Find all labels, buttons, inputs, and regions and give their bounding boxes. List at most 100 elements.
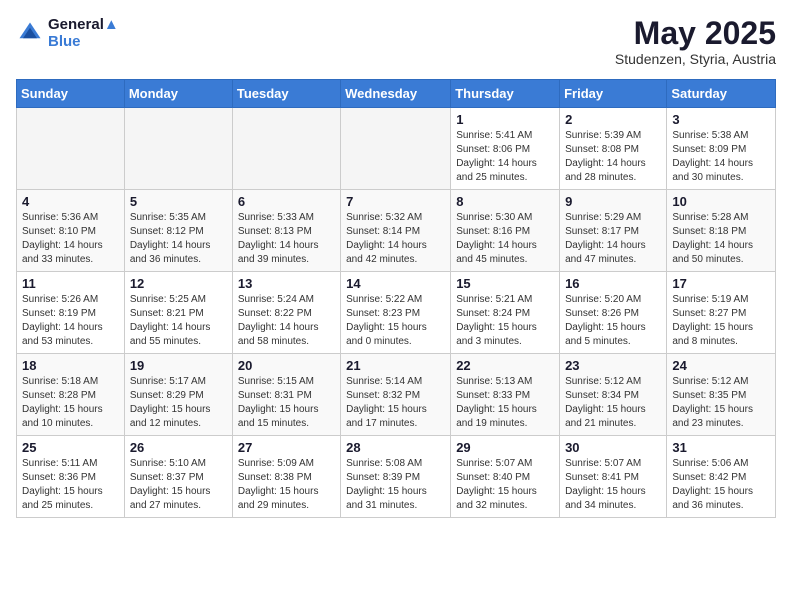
calendar-cell: 4 Sunrise: 5:36 AM Sunset: 8:10 PM Daylig…: [17, 190, 125, 272]
day-info: Sunrise: 5:39 AM Sunset: 8:08 PM Dayligh…: [565, 129, 661, 185]
calendar-cell: 2 Sunrise: 5:39 AM Sunset: 8:08 PM Daylig…: [560, 108, 667, 190]
calendar-cell: 5 Sunrise: 5:35 AM Sunset: 8:12 PM Daylig…: [124, 190, 232, 272]
day-info: Sunrise: 5:28 AM Sunset: 8:18 PM Dayligh…: [672, 211, 770, 267]
month-title: May 2025: [615, 16, 776, 51]
day-number: 7: [346, 194, 445, 209]
calendar-cell: 8Sunrise: 5:30 AM Sunset: 8:16 PM Daylig…: [451, 190, 560, 272]
calendar-cell: 21Sunrise: 5:14 AM Sunset: 8:32 PM Dayli…: [341, 354, 451, 436]
calendar-cell: 28 Sunrise: 5:08 AM Sunset: 8:39 PM Dayli…: [341, 436, 451, 518]
day-info: Sunrise: 5:33 AM Sunset: 8:13 PM Dayligh…: [238, 211, 335, 267]
calendar-cell: 25 Sunrise: 5:11 AM Sunset: 8:36 PM Dayli…: [17, 436, 125, 518]
weekday-header-thursday: Thursday: [451, 80, 560, 108]
day-info: Sunrise: 5:15 AM Sunset: 8:31 PM Dayligh…: [238, 375, 335, 431]
day-info: Sunrise: 5:17 AM Sunset: 8:29 PM Dayligh…: [130, 375, 227, 431]
location-subtitle: Studenzen, Styria, Austria: [615, 51, 776, 67]
weekday-header-row: SundayMondayTuesdayWednesdayThursdayFrid…: [17, 80, 776, 108]
day-info: Sunrise: 5:22 AM Sunset: 8:23 PM Dayligh…: [346, 293, 445, 349]
day-number: 26: [130, 440, 227, 455]
logo-text: General▲ Blue: [48, 16, 119, 50]
day-info: Sunrise: 5:12 AM Sunset: 8:35 PM Dayligh…: [672, 375, 770, 431]
day-number: 29: [456, 440, 554, 455]
calendar-cell: 7 Sunrise: 5:32 AM Sunset: 8:14 PM Daylig…: [341, 190, 451, 272]
day-info: Sunrise: 5:08 AM Sunset: 8:39 PM Dayligh…: [346, 457, 445, 513]
calendar-cell: 16 Sunrise: 5:20 AM Sunset: 8:26 PM Dayli…: [560, 272, 667, 354]
day-info: Sunrise: 5:21 AM Sunset: 8:24 PM Dayligh…: [456, 293, 554, 349]
day-number: 17: [672, 276, 770, 291]
day-info: Sunrise: 5:38 AM Sunset: 8:09 PM Dayligh…: [672, 129, 770, 185]
day-number: 30: [565, 440, 661, 455]
day-info: Sunrise: 5:36 AM Sunset: 8:10 PM Dayligh…: [22, 211, 119, 267]
calendar-cell: 10 Sunrise: 5:28 AM Sunset: 8:18 PM Dayli…: [667, 190, 776, 272]
day-number: 19: [130, 358, 227, 373]
calendar-cell: 19 Sunrise: 5:17 AM Sunset: 8:29 PM Dayli…: [124, 354, 232, 436]
weekday-header-wednesday: Wednesday: [341, 80, 451, 108]
day-info: Sunrise: 5:32 AM Sunset: 8:14 PM Dayligh…: [346, 211, 445, 267]
calendar-cell: 23 Sunrise: 5:12 AM Sunset: 8:34 PM Dayli…: [560, 354, 667, 436]
weekday-header-friday: Friday: [560, 80, 667, 108]
day-number: 25: [22, 440, 119, 455]
day-number: 2: [565, 112, 661, 127]
calendar-cell: 6Sunrise: 5:33 AM Sunset: 8:13 PM Daylig…: [232, 190, 340, 272]
calendar-cell: 1 Sunrise: 5:41 AM Sunset: 8:06 PM Daylig…: [451, 108, 560, 190]
weekday-header-sunday: Sunday: [17, 80, 125, 108]
day-number: 4: [22, 194, 119, 209]
day-number: 5: [130, 194, 227, 209]
day-info: Sunrise: 5:29 AM Sunset: 8:17 PM Dayligh…: [565, 211, 661, 267]
calendar-week-row: 18Sunrise: 5:18 AM Sunset: 8:28 PM Dayli…: [17, 354, 776, 436]
calendar-cell: 3Sunrise: 5:38 AM Sunset: 8:09 PM Daylig…: [667, 108, 776, 190]
title-block: May 2025 Studenzen, Styria, Austria: [615, 16, 776, 67]
day-number: 20: [238, 358, 335, 373]
calendar-cell: 22 Sunrise: 5:13 AM Sunset: 8:33 PM Dayli…: [451, 354, 560, 436]
day-info: Sunrise: 5:41 AM Sunset: 8:06 PM Dayligh…: [456, 129, 554, 185]
calendar-week-row: 11Sunrise: 5:26 AM Sunset: 8:19 PM Dayli…: [17, 272, 776, 354]
day-number: 14: [346, 276, 445, 291]
calendar-table: SundayMondayTuesdayWednesdayThursdayFrid…: [16, 79, 776, 518]
day-number: 12: [130, 276, 227, 291]
day-info: Sunrise: 5:10 AM Sunset: 8:37 PM Dayligh…: [130, 457, 227, 513]
calendar-cell: 18Sunrise: 5:18 AM Sunset: 8:28 PM Dayli…: [17, 354, 125, 436]
day-info: Sunrise: 5:11 AM Sunset: 8:36 PM Dayligh…: [22, 457, 119, 513]
calendar-cell: 26 Sunrise: 5:10 AM Sunset: 8:37 PM Dayli…: [124, 436, 232, 518]
weekday-header-saturday: Saturday: [667, 80, 776, 108]
day-number: 16: [565, 276, 661, 291]
day-info: Sunrise: 5:35 AM Sunset: 8:12 PM Dayligh…: [130, 211, 227, 267]
calendar-cell: 9 Sunrise: 5:29 AM Sunset: 8:17 PM Daylig…: [560, 190, 667, 272]
calendar-cell: 15Sunrise: 5:21 AM Sunset: 8:24 PM Dayli…: [451, 272, 560, 354]
calendar-cell: 14 Sunrise: 5:22 AM Sunset: 8:23 PM Dayli…: [341, 272, 451, 354]
calendar-week-row: 25 Sunrise: 5:11 AM Sunset: 8:36 PM Dayli…: [17, 436, 776, 518]
calendar-cell: 11Sunrise: 5:26 AM Sunset: 8:19 PM Dayli…: [17, 272, 125, 354]
day-info: Sunrise: 5:20 AM Sunset: 8:26 PM Dayligh…: [565, 293, 661, 349]
calendar-cell: 20 Sunrise: 5:15 AM Sunset: 8:31 PM Dayli…: [232, 354, 340, 436]
day-info: Sunrise: 5:06 AM Sunset: 8:42 PM Dayligh…: [672, 457, 770, 513]
day-number: 23: [565, 358, 661, 373]
day-info: Sunrise: 5:24 AM Sunset: 8:22 PM Dayligh…: [238, 293, 335, 349]
day-info: Sunrise: 5:07 AM Sunset: 8:40 PM Dayligh…: [456, 457, 554, 513]
day-number: 22: [456, 358, 554, 373]
day-number: 11: [22, 276, 119, 291]
calendar-cell: 24Sunrise: 5:12 AM Sunset: 8:35 PM Dayli…: [667, 354, 776, 436]
day-info: Sunrise: 5:12 AM Sunset: 8:34 PM Dayligh…: [565, 375, 661, 431]
calendar-cell: 27Sunrise: 5:09 AM Sunset: 8:38 PM Dayli…: [232, 436, 340, 518]
day-info: Sunrise: 5:07 AM Sunset: 8:41 PM Dayligh…: [565, 457, 661, 513]
calendar-cell: [341, 108, 451, 190]
day-number: 10: [672, 194, 770, 209]
day-number: 1: [456, 112, 554, 127]
day-info: Sunrise: 5:30 AM Sunset: 8:16 PM Dayligh…: [456, 211, 554, 267]
calendar-cell: [17, 108, 125, 190]
calendar-cell: 12Sunrise: 5:25 AM Sunset: 8:21 PM Dayli…: [124, 272, 232, 354]
page-header: General▲ Blue May 2025 Studenzen, Styria…: [16, 16, 776, 67]
weekday-header-monday: Monday: [124, 80, 232, 108]
calendar-week-row: 1 Sunrise: 5:41 AM Sunset: 8:06 PM Daylig…: [17, 108, 776, 190]
day-info: Sunrise: 5:09 AM Sunset: 8:38 PM Dayligh…: [238, 457, 335, 513]
day-info: Sunrise: 5:19 AM Sunset: 8:27 PM Dayligh…: [672, 293, 770, 349]
day-info: Sunrise: 5:13 AM Sunset: 8:33 PM Dayligh…: [456, 375, 554, 431]
calendar-cell: 31Sunrise: 5:06 AM Sunset: 8:42 PM Dayli…: [667, 436, 776, 518]
calendar-cell: 17 Sunrise: 5:19 AM Sunset: 8:27 PM Dayli…: [667, 272, 776, 354]
logo-icon: [16, 19, 44, 47]
calendar-cell: [124, 108, 232, 190]
calendar-cell: [232, 108, 340, 190]
day-number: 28: [346, 440, 445, 455]
day-info: Sunrise: 5:14 AM Sunset: 8:32 PM Dayligh…: [346, 375, 445, 431]
logo: General▲ Blue: [16, 16, 119, 50]
day-number: 9: [565, 194, 661, 209]
